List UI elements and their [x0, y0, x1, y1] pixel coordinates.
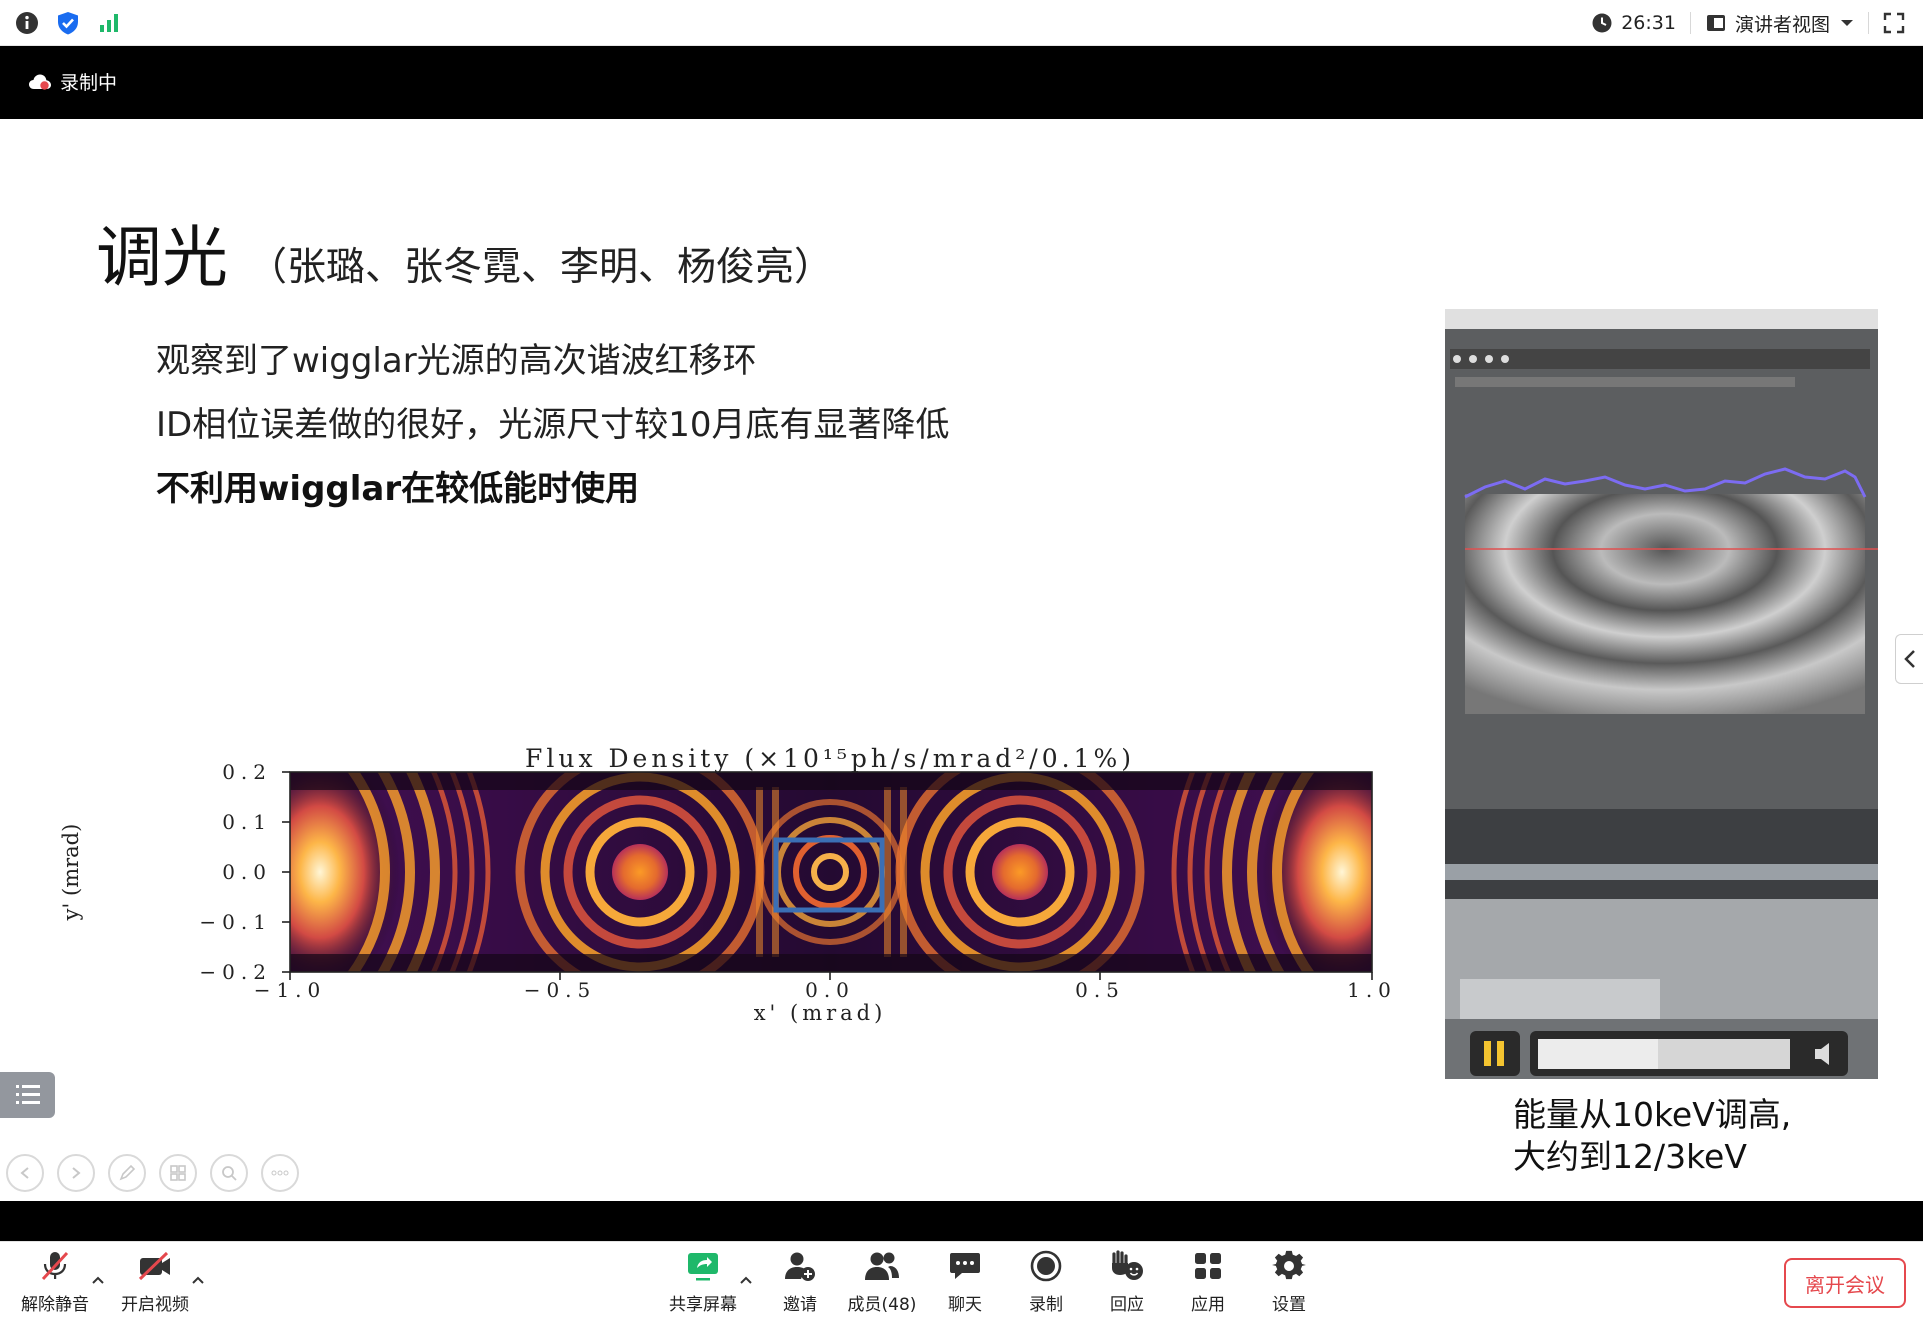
members-icon	[865, 1252, 899, 1280]
chevron-up-icon[interactable]	[90, 1272, 106, 1288]
slide-title: 调光 （张璐、张冬霓、李明、杨俊亮）	[96, 204, 833, 300]
recording-label: 录制中	[60, 72, 118, 94]
camera-off-icon	[138, 1251, 170, 1281]
magnifier-icon	[222, 1166, 237, 1181]
chat-icon	[950, 1253, 980, 1279]
members-button[interactable]: 成员(48)	[842, 1248, 922, 1315]
info-icon[interactable]	[14, 10, 40, 36]
bullet-item-bold: 不利用wigglar在较低能时使用	[156, 469, 640, 509]
slide-nav-tools	[6, 1154, 312, 1192]
apps-label: 应用	[1191, 1295, 1225, 1315]
slide-list-button[interactable]	[0, 1072, 55, 1118]
plot-title: Flux Density (×10¹⁵ph/s/mrad²/0.1%)	[525, 747, 1135, 773]
embedded-video[interactable]	[1445, 309, 1878, 1079]
slide-title-authors: （张璐、张冬霓、李明、杨俊亮）	[248, 245, 834, 290]
record-icon	[1030, 1250, 1062, 1282]
settings-button[interactable]: 设置	[1249, 1248, 1329, 1315]
arrow-left-icon	[20, 1167, 29, 1179]
chevron-left-icon	[1903, 650, 1915, 668]
y-tick-label: 0.0	[222, 860, 272, 884]
top-status-bar: 26:31 演讲者视图	[0, 0, 1923, 46]
raise-hand-emoji-icon	[1112, 1250, 1143, 1280]
next-slide-button[interactable]	[57, 1154, 95, 1192]
view-mode-label: 演讲者视图	[1734, 13, 1830, 36]
more-options-button[interactable]	[261, 1154, 299, 1192]
share-screen-button[interactable]: 共享屏幕	[663, 1248, 743, 1315]
meeting-toolbar: 解除静音 开启视频 共享屏幕 邀请 成员(48) 聊天 录制 回应 应用 设置 …	[0, 1241, 1923, 1318]
record-button[interactable]: 录制	[1006, 1248, 1086, 1315]
record-label: 录制	[1029, 1295, 1063, 1315]
reactions-button[interactable]: 回应	[1087, 1248, 1167, 1315]
share-screen-icon	[688, 1253, 718, 1281]
apps-grid-icon	[1195, 1253, 1221, 1279]
apps-button[interactable]: 应用	[1168, 1248, 1248, 1315]
y-tick-label: 0.2	[222, 760, 272, 784]
fullscreen-button[interactable]	[1869, 0, 1923, 46]
timer-text: 26:31	[1621, 12, 1676, 34]
flux-density-plot: Flux Density (×10¹⁵ph/s/mrad²/0.1%) 0.2 …	[59, 747, 1397, 1025]
fullscreen-icon	[1883, 12, 1905, 34]
meeting-timer: 26:31	[1577, 0, 1690, 46]
y-tick-label: −0.1	[199, 910, 272, 934]
x-tick-label: 0.5	[1075, 978, 1125, 1002]
unmute-label: 解除静音	[21, 1295, 89, 1315]
caption-line: 大约到12/3keV	[1513, 1137, 1747, 1176]
video-pause-button[interactable]	[1470, 1031, 1520, 1076]
start-video-label: 开启视频	[121, 1295, 189, 1315]
x-tick-label: 1.0	[1347, 978, 1397, 1002]
chevron-up-icon[interactable]	[190, 1272, 206, 1288]
previous-slide-button[interactable]	[6, 1154, 44, 1192]
members-label: 成员(48)	[847, 1295, 917, 1315]
cloud-record-icon	[29, 74, 51, 90]
y-tick-label: 0.1	[222, 810, 272, 834]
video-caption: 能量从10keV调高, 大约到12/3keV	[1513, 1094, 1791, 1178]
pen-tool-button[interactable]	[108, 1154, 146, 1192]
grid-icon	[170, 1165, 186, 1181]
start-video-button[interactable]: 开启视频	[115, 1248, 195, 1315]
more-dots-icon	[271, 1170, 289, 1176]
view-mode-dropdown[interactable]: 演讲者视图	[1691, 0, 1868, 46]
gear-icon	[1272, 1250, 1306, 1280]
add-person-icon	[785, 1252, 815, 1281]
chevron-down-icon	[1841, 20, 1853, 26]
invite-button[interactable]: 邀请	[760, 1248, 840, 1315]
chat-label: 聊天	[948, 1295, 982, 1315]
recording-band: 录制中	[0, 46, 1923, 119]
side-panel-toggle[interactable]	[1895, 634, 1923, 684]
y-axis-label: y' (mrad)	[59, 824, 83, 922]
arrow-right-icon	[72, 1167, 81, 1179]
microphone-muted-icon	[41, 1251, 69, 1281]
zoom-button[interactable]	[210, 1154, 248, 1192]
x-tick-label: −0.5	[524, 978, 597, 1002]
slide-bullet-list: 观察到了wigglar光源的高次谐波红移环 ID相位误差做的很好，光源尺寸较10…	[156, 329, 949, 521]
chat-button[interactable]: 聊天	[925, 1248, 1005, 1315]
reactions-label: 回应	[1110, 1295, 1144, 1315]
presentation-slide: 调光 （张璐、张冬霓、李明、杨俊亮） 观察到了wigglar光源的高次谐波红移环…	[0, 119, 1923, 1201]
clock-icon	[1592, 13, 1612, 33]
x-axis-label: x' (mrad)	[754, 1001, 887, 1025]
x-tick-label: −1.0	[254, 978, 327, 1002]
slides-grid-button[interactable]	[159, 1154, 197, 1192]
bottom-black-band	[0, 1201, 1923, 1241]
beam-image	[1465, 494, 1865, 714]
x-tick-label: 0.0	[805, 978, 855, 1002]
pen-icon	[119, 1164, 136, 1181]
bullet-item: ID相位误差做的很好，光源尺寸较10月底有显著降低	[156, 405, 950, 445]
presenter-view-icon	[1706, 15, 1725, 31]
leave-meeting-button[interactable]: 离开会议	[1784, 1258, 1906, 1308]
list-icon	[16, 1085, 40, 1104]
settings-label: 设置	[1272, 1295, 1306, 1315]
slide-title-main: 调光	[96, 219, 228, 296]
security-shield-icon[interactable]	[55, 10, 81, 36]
network-signal-icon[interactable]	[97, 10, 123, 36]
chevron-up-icon[interactable]	[738, 1272, 754, 1288]
invite-label: 邀请	[783, 1295, 817, 1315]
bullet-item: 观察到了wigglar光源的高次谐波红移环	[156, 341, 757, 381]
plot-image	[290, 772, 1372, 972]
caption-line: 能量从10keV调高,	[1513, 1095, 1792, 1134]
unmute-button[interactable]: 解除静音	[15, 1248, 95, 1315]
recording-indicator[interactable]: 录制中	[28, 68, 117, 95]
share-screen-label: 共享屏幕	[669, 1295, 737, 1315]
